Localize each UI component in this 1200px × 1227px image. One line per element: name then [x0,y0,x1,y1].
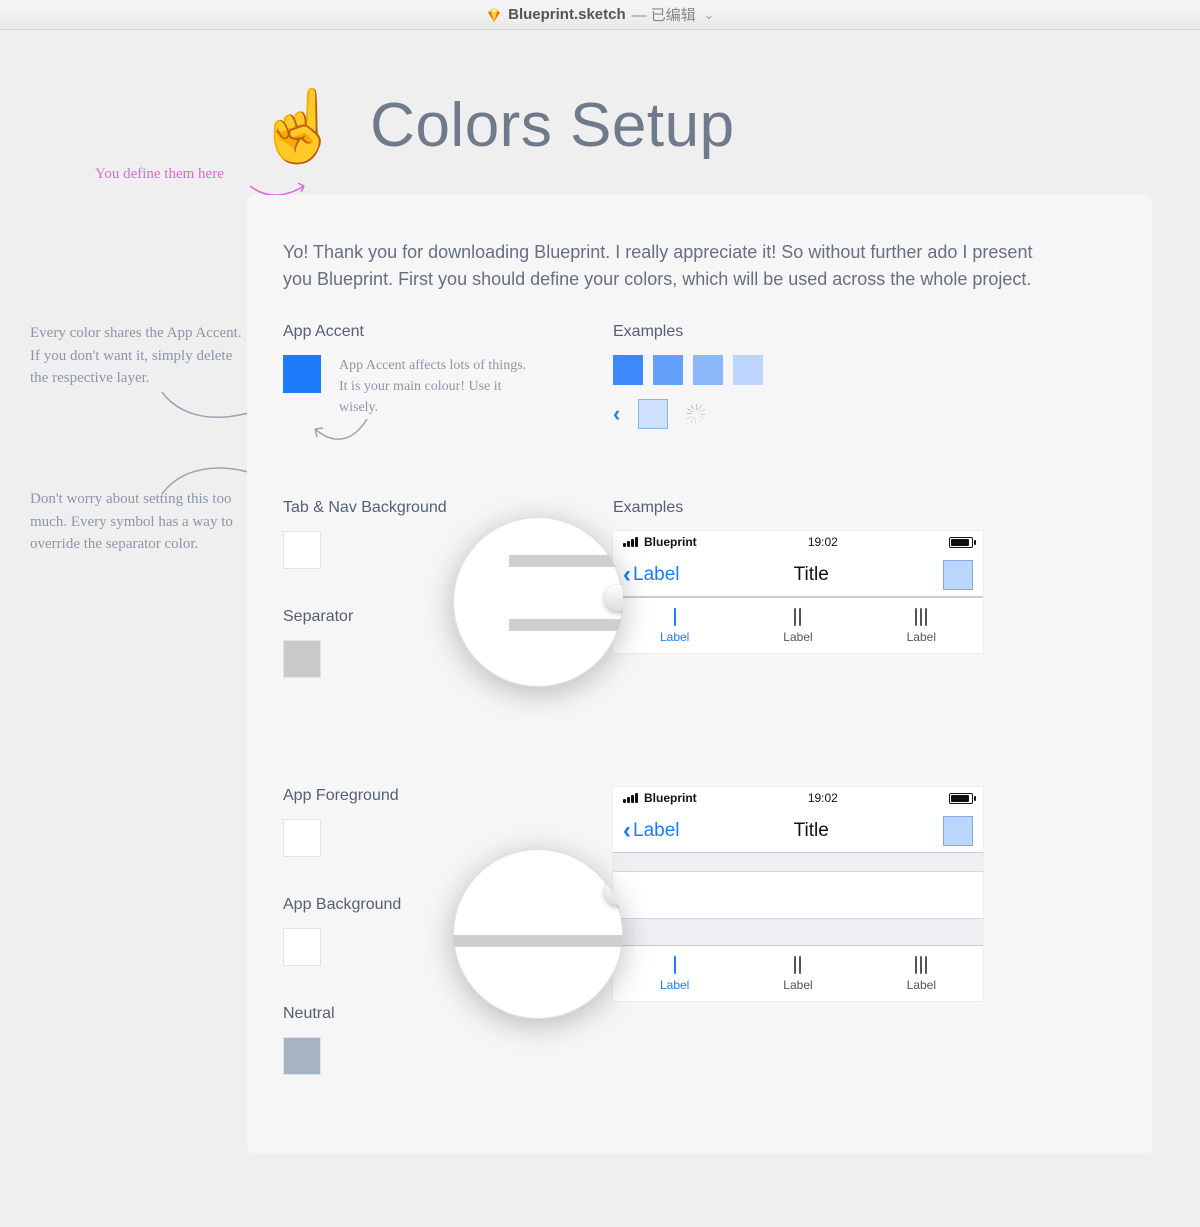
ios-mock-1: Blueprint 19:02 ‹Label Title Label Label… [613,531,983,653]
chevron-left-icon: ‹ [623,563,631,587]
label-examples-2: Examples [613,499,1116,517]
ios-nav-right-swatch[interactable] [943,816,973,846]
ios-carrier: Blueprint [644,535,697,549]
ios-tab-bar: Label Label Label [613,945,983,1001]
ios-back-label: Label [633,820,680,842]
battery-icon [949,793,973,804]
ios-tab-label: Label [783,630,812,644]
window-titlebar: Blueprint.sketch — 已编辑 ⌄ [0,0,1200,30]
swatch-background[interactable] [283,928,321,966]
ios-carrier: Blueprint [644,791,697,805]
accent-note: App Accent affects lots of things. It is… [339,355,529,418]
section-accent: App Accent App Accent affects lots of th… [283,323,1116,429]
battery-icon [949,537,973,548]
section-tabnav: Tab & Nav Background Separator Examples … [283,499,1116,717]
content-card: Yo! Thank you for downloading Blueprint.… [247,195,1152,1154]
sketch-icon [486,7,502,23]
ios-back-label: Label [633,564,680,586]
magnifier-2 [453,849,623,1019]
ios-tab-label: Label [660,978,689,992]
annotation-dont-worry: Don't worry about setting this too much.… [30,488,250,556]
swatch-separator[interactable] [283,640,321,678]
accent-examples-row: ‹ [613,399,1116,429]
ios-back-button[interactable]: ‹Label [623,819,680,843]
shade-3 [693,355,723,385]
section-fgbg: App Foreground App Background Neutral [283,787,1116,1114]
ios-back-button[interactable]: ‹Label [623,563,680,587]
swatch-neutral[interactable] [283,1037,321,1075]
ios-mock-2: Blueprint 19:02 ‹Label Title Label [613,787,983,1001]
ios-tab-2[interactable]: Label [736,946,859,1001]
ios-tab-3[interactable]: Label [860,946,983,1001]
ios-nav-title: Title [794,820,829,842]
selection-swatch[interactable] [638,399,668,429]
chevron-left-icon[interactable]: ‹ [613,401,620,427]
annotation-shares-accent: Every color shares the App Accent. If yo… [30,322,250,390]
page-heading: ☝️ Colors Setup [255,90,1200,161]
pointing-up-emoji: ☝️ [255,91,342,161]
shade-2 [653,355,683,385]
ios-nav-bar: ‹Label Title [613,553,983,597]
ios-table-cell[interactable] [613,871,983,919]
ios-tab-1[interactable]: Label [613,946,736,1001]
shade-1 [613,355,643,385]
label-tabnav: Tab & Nav Background [283,499,613,517]
ios-tab-label: Label [660,630,689,644]
ios-time: 19:02 [808,535,838,549]
ios-tab-label: Label [783,978,812,992]
ios-nav-bar: ‹Label Title [613,809,983,853]
arrow-accent-note [311,417,371,447]
label-app-accent: App Accent [283,323,613,341]
accent-shades [613,355,1116,385]
chevron-left-icon: ‹ [623,819,631,843]
label-examples-1: Examples [613,323,1116,341]
shade-4 [733,355,763,385]
label-app-foreground: App Foreground [283,787,613,805]
ios-tab-label: Label [907,630,936,644]
ios-tab-bar: Label Label Label [613,597,983,653]
page-title: Colors Setup [370,90,734,161]
ios-nav-title: Title [794,564,829,586]
spinner-icon [686,404,706,424]
ios-status-bar: Blueprint 19:02 [613,787,983,809]
ios-time: 19:02 [808,791,838,805]
window-edited-label: — 已编辑 [632,4,696,25]
canvas: ☝️ Colors Setup You define them here Eve… [0,30,1200,1194]
signal-icon [623,537,638,547]
annotation-define-here: You define them here [95,163,224,186]
swatch-app-accent[interactable] [283,355,321,393]
ios-tab-3[interactable]: Label [860,598,983,653]
swatch-tabnav[interactable] [283,531,321,569]
ios-tab-label: Label [907,978,936,992]
chevron-down-icon[interactable]: ⌄ [704,8,714,22]
intro-text: Yo! Thank you for downloading Blueprint.… [283,239,1063,293]
ios-table-body [613,853,983,945]
signal-icon [623,793,638,803]
ios-tab-2[interactable]: Label [736,598,859,653]
ios-status-bar: Blueprint 19:02 [613,531,983,553]
ios-tab-1[interactable]: Label [613,598,736,653]
swatch-foreground[interactable] [283,819,321,857]
magnifier-1 [453,517,623,687]
window-filename: Blueprint.sketch [508,6,626,23]
ios-nav-right-swatch[interactable] [943,560,973,590]
